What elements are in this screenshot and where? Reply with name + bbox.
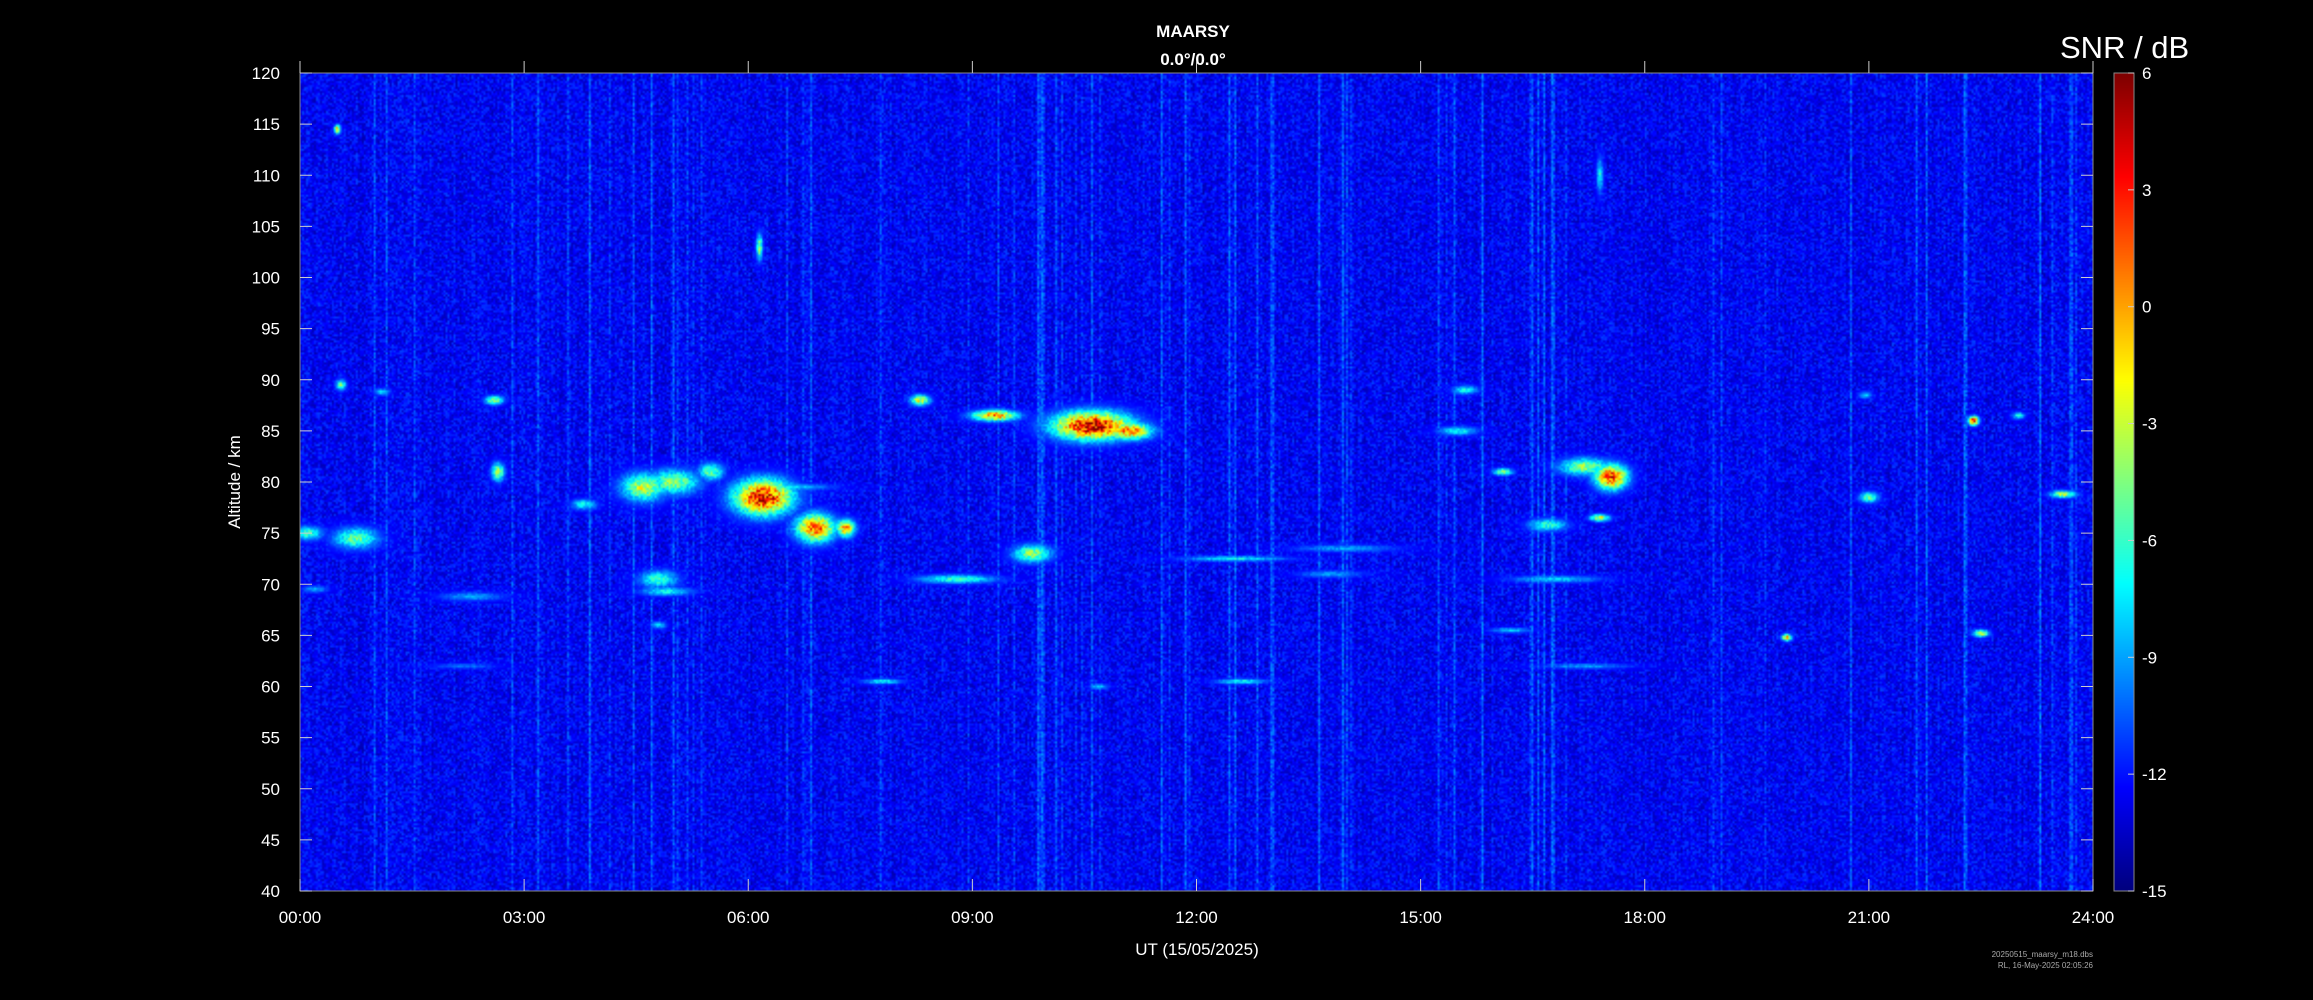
y-tick-label: 50	[261, 780, 280, 799]
colorbar	[2114, 73, 2134, 891]
colorbar-tick-label: 3	[2142, 181, 2151, 200]
y-tick-label: 75	[261, 524, 280, 543]
y-tick-label: 65	[261, 626, 280, 645]
x-tick-label: 24:00	[2072, 908, 2115, 927]
y-tick-label: 120	[252, 64, 280, 83]
x-tick-label: 06:00	[727, 908, 770, 927]
colorbar-label: SNR / dB	[2060, 30, 2189, 65]
x-tick-label: 12:00	[1175, 908, 1218, 927]
y-tick-label: 80	[261, 473, 280, 492]
chart-subtitle: 0.0°/0.0°	[1160, 50, 1226, 69]
y-tick-label: 115	[253, 115, 280, 134]
y-tick-label: 60	[261, 678, 280, 697]
y-tick-label: 90	[261, 371, 280, 390]
x-tick-label: 09:00	[951, 908, 994, 927]
x-tick-label: 03:00	[503, 908, 546, 927]
footnote-file: 20250515_maarsy_m18.dbs	[1992, 950, 2093, 959]
colorbar-tick-label: -12	[2142, 765, 2167, 784]
y-tick-label: 95	[261, 320, 280, 339]
heatmap-image	[300, 73, 2093, 891]
x-tick-label: 21:00	[1848, 908, 1891, 927]
footnote-timestamp: RL, 16-May-2025 02:05:26	[1998, 961, 2094, 970]
x-tick-label: 15:00	[1399, 908, 1442, 927]
colorbar-tick-label: 0	[2142, 298, 2151, 317]
chart-title: MAARSY	[1156, 22, 1230, 41]
y-tick-label: 100	[252, 269, 280, 288]
y-tick-label: 105	[252, 217, 280, 236]
y-tick-label: 40	[261, 882, 280, 901]
y-tick-label: 110	[253, 166, 280, 185]
colorbar-tick-label: -3	[2142, 415, 2157, 434]
heatmap-chart: MAARSY 0.0°/0.0° 00:00 03:00 06:00 09:00 12:…	[0, 0, 2313, 1000]
y-axis-label: Altitude / km	[225, 435, 244, 529]
colorbar-tick-label: -6	[2142, 531, 2157, 550]
colorbar-tick-label: -15	[2142, 882, 2167, 901]
y-tick-label: 55	[261, 729, 280, 748]
x-axis-label: UT (15/05/2025)	[1135, 940, 1258, 959]
x-tick-label: 00:00	[279, 908, 322, 927]
x-tick-label: 18:00	[1623, 908, 1666, 927]
y-tick-label: 70	[261, 575, 280, 594]
y-tick-label: 85	[261, 422, 280, 441]
colorbar-tick-label: 6	[2142, 64, 2151, 83]
y-tick-label: 45	[261, 831, 280, 850]
colorbar-tick-label: -9	[2142, 648, 2157, 667]
